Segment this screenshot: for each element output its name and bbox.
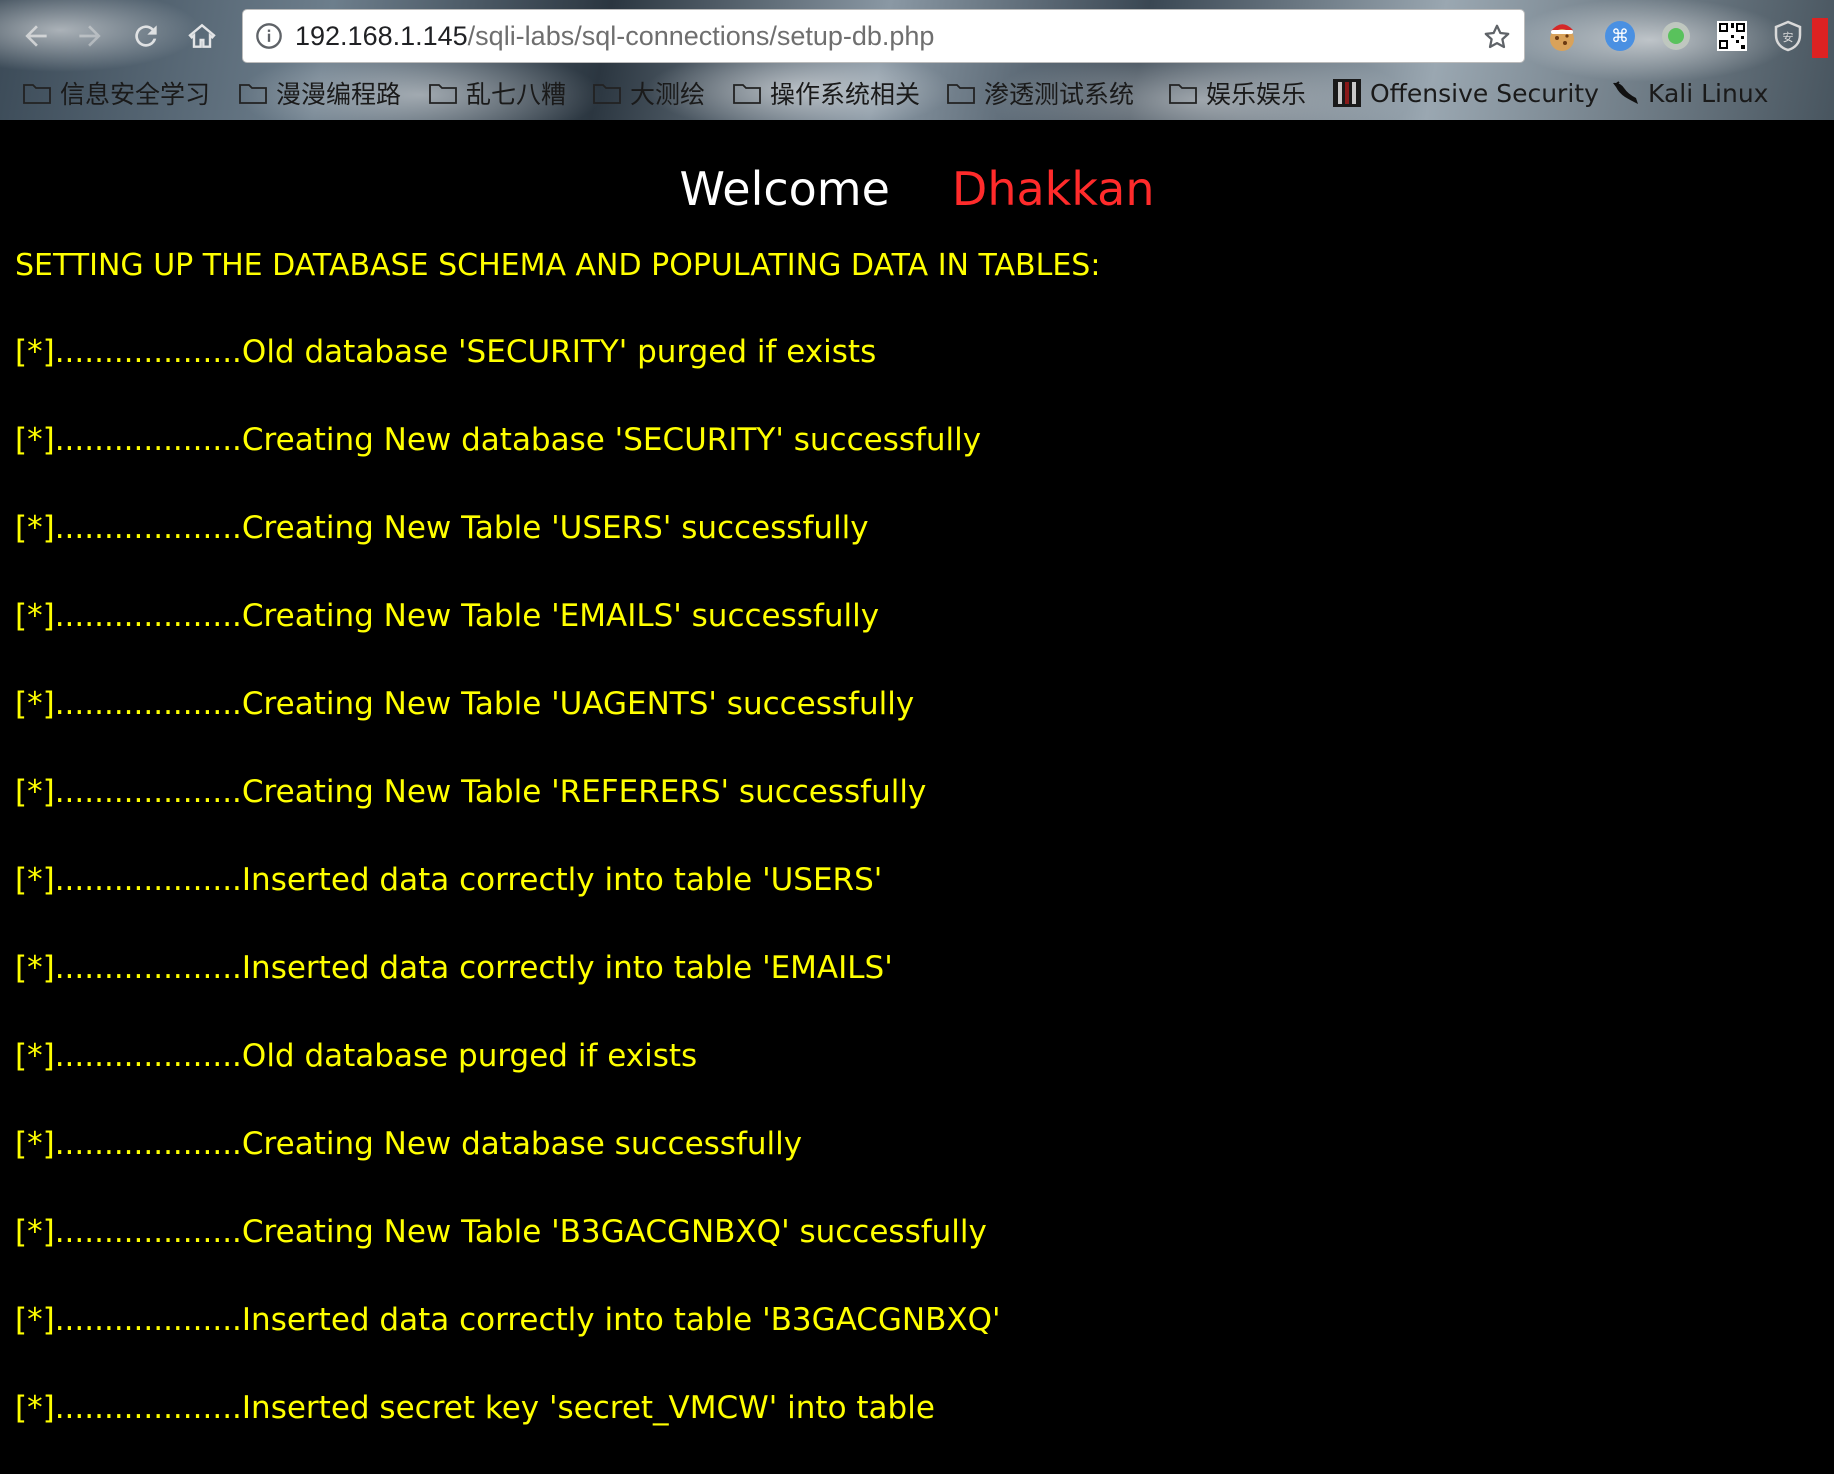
forward-arrow-icon: [79, 25, 101, 47]
log-line: [*]...................Creating New Table…: [15, 598, 880, 634]
svg-text:⌘: ⌘: [1611, 26, 1629, 47]
status-extension[interactable]: [1656, 16, 1696, 56]
home-button[interactable]: [182, 16, 222, 56]
info-icon[interactable]: [255, 22, 283, 50]
bookmark-folder[interactable]: 漫漫编程路: [238, 72, 401, 114]
log-line: [*]...................Creating New Table…: [15, 686, 915, 722]
log-line: [*]...................Inserted data corr…: [15, 1302, 1001, 1338]
shield-extension[interactable]: 安: [1768, 16, 1808, 56]
bookmark-folder[interactable]: 娱乐娱乐: [1168, 72, 1306, 114]
bookmarks-bar: 信息安全学习 漫漫编程路 乱七八糟 大测绘 操作系统相关 渗透测试系统 娱乐娱乐: [0, 72, 1834, 114]
bookmark-label: 大测绘: [630, 80, 706, 109]
url-path: /sqli-labs/sql-connections/setup-db.php: [467, 21, 935, 51]
log-line: [*]...................Old database 'SECU…: [15, 334, 877, 370]
command-extension[interactable]: ⌘: [1600, 16, 1640, 56]
bookmark-label: 漫漫编程路: [276, 80, 402, 109]
folder-icon: [733, 84, 761, 104]
url-text[interactable]: 192.168.1.145/sqli-labs/sql-connections/…: [295, 10, 934, 62]
log-line: [*]...................Creating New datab…: [15, 422, 982, 458]
bookmark-label: Kali Linux: [1648, 78, 1769, 108]
address-bar[interactable]: 192.168.1.145/sqli-labs/sql-connections/…: [242, 9, 1525, 63]
menu-overflow-edge[interactable]: [1812, 18, 1828, 58]
green-circle-icon: [1662, 22, 1690, 50]
bookmark-label: 乱七八糟: [466, 80, 567, 109]
setup-heading: SETTING UP THE DATABASE SCHEMA AND POPUL…: [15, 248, 1101, 283]
bookmark-folder[interactable]: 渗透测试系统: [946, 72, 1134, 114]
shield-icon: 安: [1774, 20, 1802, 52]
bookmark-label: 渗透测试系统: [984, 80, 1135, 109]
back-button[interactable]: [16, 16, 56, 56]
bookmark-star-icon[interactable]: [1482, 22, 1512, 52]
welcome-banner: Welcome Dhakkan: [0, 162, 1834, 216]
log-line: [*]...................Inserted secret ke…: [15, 1390, 935, 1426]
folder-icon: [947, 84, 975, 104]
bookmark-folder[interactable]: 信息安全学习: [22, 72, 210, 114]
forward-button[interactable]: [70, 16, 110, 56]
user-name: Dhakkan: [951, 162, 1155, 216]
setup-log: [*]...................Old database 'SECU…: [15, 330, 1001, 1474]
welcome-text: Welcome: [679, 162, 890, 216]
bookmark-label: Offensive Security: [1370, 78, 1599, 108]
log-line: [*]...................Inserted data corr…: [15, 950, 893, 986]
log-line: [*]...................Creating New Table…: [15, 774, 927, 810]
back-arrow-icon: [25, 25, 47, 47]
bookmark-label: 娱乐娱乐: [1206, 80, 1307, 109]
qr-extension[interactable]: [1712, 16, 1752, 56]
svg-text:安: 安: [1783, 30, 1794, 44]
page-content: Welcome Dhakkan SETTING UP THE DATABASE S…: [0, 120, 1834, 1470]
command-key-icon: ⌘: [1605, 21, 1635, 51]
qr-code-icon: [1717, 21, 1747, 51]
bookmark-folder[interactable]: 乱七八糟: [428, 72, 566, 114]
log-line: [*]...................Creating New datab…: [15, 1126, 803, 1162]
log-line: [*]...................Old database purge…: [15, 1038, 698, 1074]
home-icon: [188, 23, 216, 48]
folder-icon: [1169, 84, 1197, 104]
santa-cookie-extension[interactable]: [1542, 16, 1582, 56]
folder-icon: [23, 84, 51, 104]
browser-chrome: 192.168.1.145/sqli-labs/sql-connections/…: [0, 0, 1834, 120]
bookmark-label: 操作系统相关: [770, 80, 921, 109]
reload-button[interactable]: [126, 16, 166, 56]
bookmark-offensive-security[interactable]: Offensive Security: [1332, 72, 1599, 114]
offsec-icon: [1333, 79, 1361, 107]
folder-icon: [239, 84, 267, 104]
log-line: [*]...................Creating New Table…: [15, 510, 869, 546]
bookmark-folder[interactable]: 操作系统相关: [732, 72, 920, 114]
santa-cookie-icon: [1550, 24, 1574, 51]
kali-dragon-icon: [1613, 81, 1638, 104]
log-line: [*]...................Creating New Table…: [15, 1214, 987, 1250]
bookmark-label: 信息安全学习: [60, 80, 211, 109]
folder-icon: [593, 84, 621, 104]
bookmark-folder[interactable]: 大测绘: [592, 72, 705, 114]
reload-icon: [135, 25, 157, 47]
log-line: [*]...................Inserted data corr…: [15, 862, 883, 898]
folder-icon: [429, 84, 457, 104]
url-host: 192.168.1.145: [295, 21, 468, 51]
bookmark-kali-linux[interactable]: Kali Linux: [1610, 72, 1768, 114]
